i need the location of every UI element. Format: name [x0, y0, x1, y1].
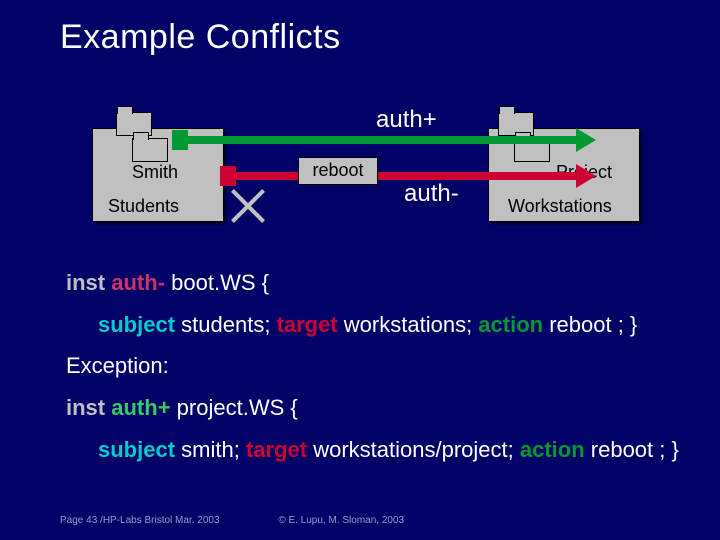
- keyword-subject: subject: [98, 312, 175, 337]
- auth-plus-arrow: [178, 136, 582, 144]
- footer: Page 43 /HP-Labs Bristol Mar. 2003 © E. …: [60, 515, 404, 526]
- keyword-action: action: [478, 312, 543, 337]
- policy-1-target-val: workstations;: [344, 312, 479, 337]
- policy-1-line-2: subject students; target workstations; a…: [66, 310, 680, 340]
- policy-2-name: project.WS {: [177, 395, 298, 420]
- reboot-action-box: reboot: [298, 157, 378, 185]
- policy-2-target-val: workstations/project;: [313, 437, 520, 462]
- footer-page: Page 43 /HP-Labs Bristol Mar. 2003: [60, 515, 220, 526]
- policy-1-action-val: reboot ; }: [549, 312, 637, 337]
- label-workstations: Workstations: [508, 196, 612, 217]
- footer-copyright: © E. Lupu, M. Sloman, 2003: [278, 515, 404, 526]
- policy-2-action-val: reboot ; }: [591, 437, 679, 462]
- keyword-target: target: [277, 312, 338, 337]
- policy-1-name: boot.WS {: [171, 270, 269, 295]
- policy-2-line-1: inst auth+ project.WS {: [66, 393, 680, 423]
- exception-label: Exception:: [66, 351, 680, 381]
- auth-minus-label: auth-: [404, 180, 459, 208]
- auth-minus-arrow: [226, 172, 582, 180]
- policy-1-subject-val: students;: [181, 312, 276, 337]
- keyword-inst: inst: [66, 270, 105, 295]
- folder-icon: [132, 138, 168, 162]
- keyword-action: action: [520, 437, 585, 462]
- keyword-subject: subject: [98, 437, 175, 462]
- diagram: Smith Project Students Workstations rebo…: [0, 92, 720, 242]
- body-text: inst auth- boot.WS { subject students; t…: [66, 268, 680, 476]
- keyword-auth-plus: auth+: [111, 395, 170, 420]
- keyword-inst: inst: [66, 395, 105, 420]
- deny-cross-icon: [228, 186, 268, 226]
- keyword-auth-minus: auth-: [111, 270, 165, 295]
- auth-plus-label: auth+: [376, 106, 437, 134]
- policy-2-line-2: subject smith; target workstations/proje…: [66, 435, 680, 465]
- policy-2-subject-val: smith;: [181, 437, 246, 462]
- keyword-target: target: [246, 437, 307, 462]
- slide: Example Conflicts Smith Project Students…: [0, 0, 720, 540]
- label-students: Students: [108, 196, 179, 217]
- slide-title: Example Conflicts: [60, 18, 341, 57]
- label-smith: Smith: [132, 162, 178, 183]
- policy-1-line-1: inst auth- boot.WS {: [66, 268, 680, 298]
